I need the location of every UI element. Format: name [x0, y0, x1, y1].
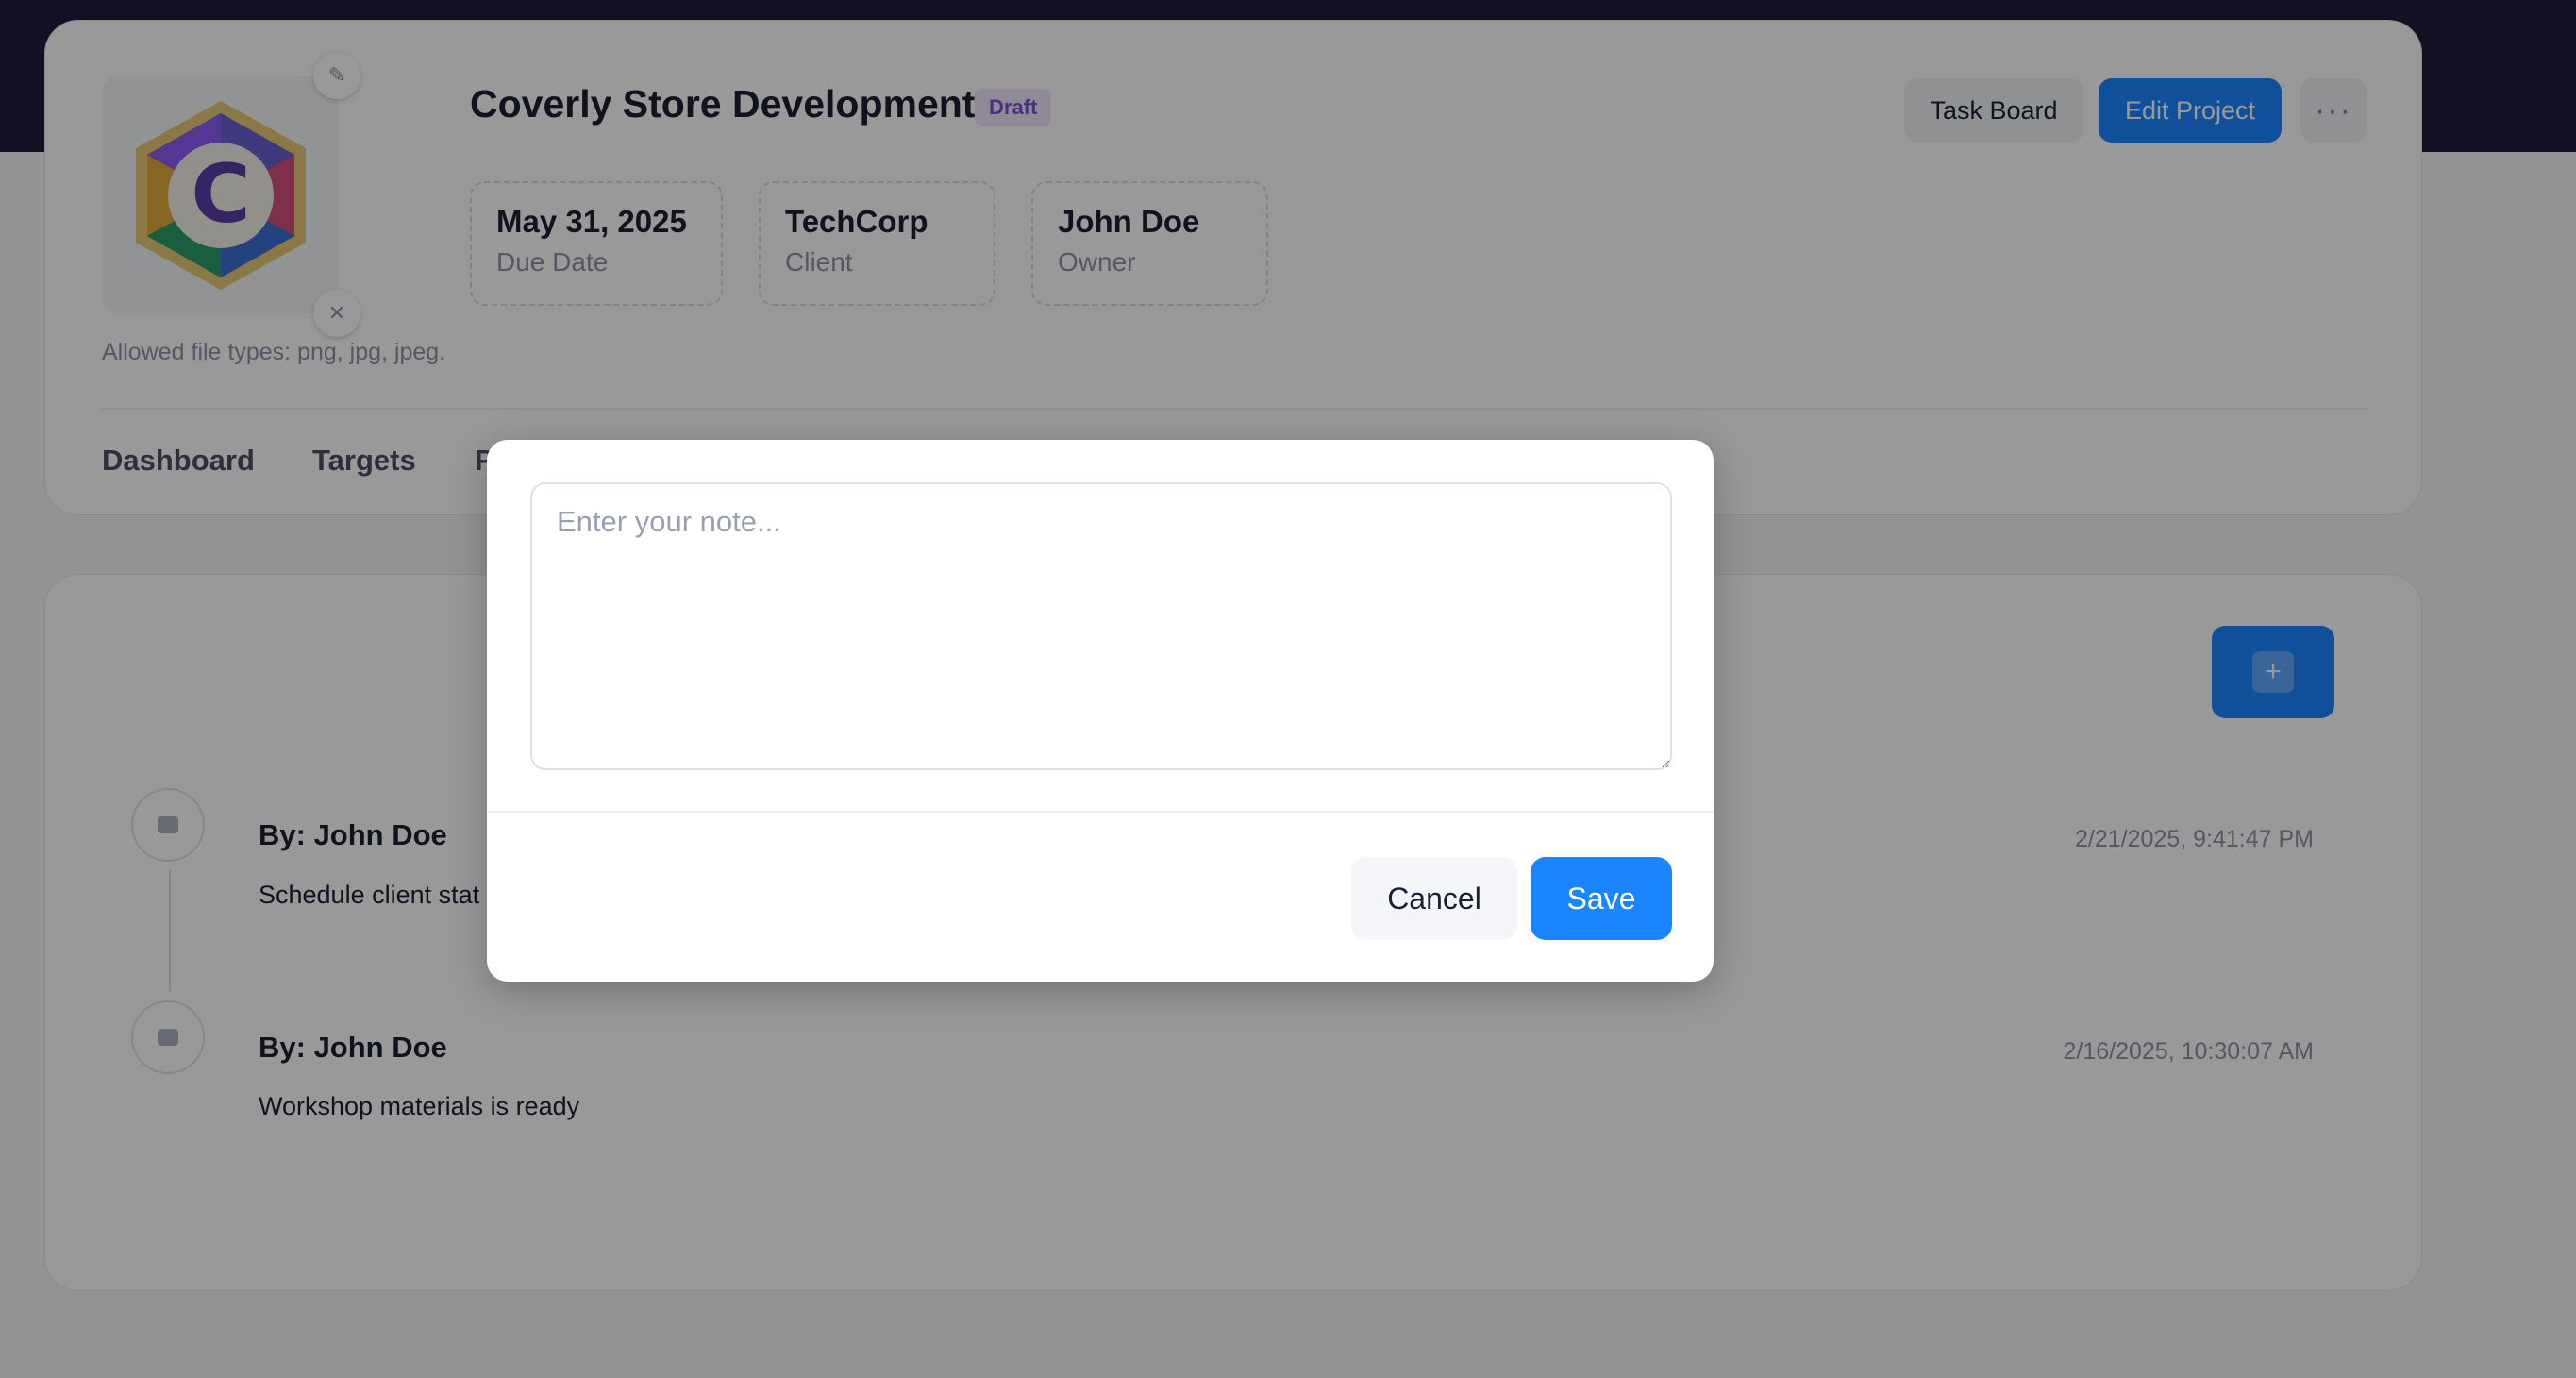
- add-note-modal: Cancel Save: [487, 440, 1714, 982]
- save-button[interactable]: Save: [1531, 857, 1672, 940]
- modal-divider: [487, 811, 1714, 813]
- cancel-button[interactable]: Cancel: [1351, 857, 1517, 940]
- note-textarea[interactable]: [530, 482, 1672, 770]
